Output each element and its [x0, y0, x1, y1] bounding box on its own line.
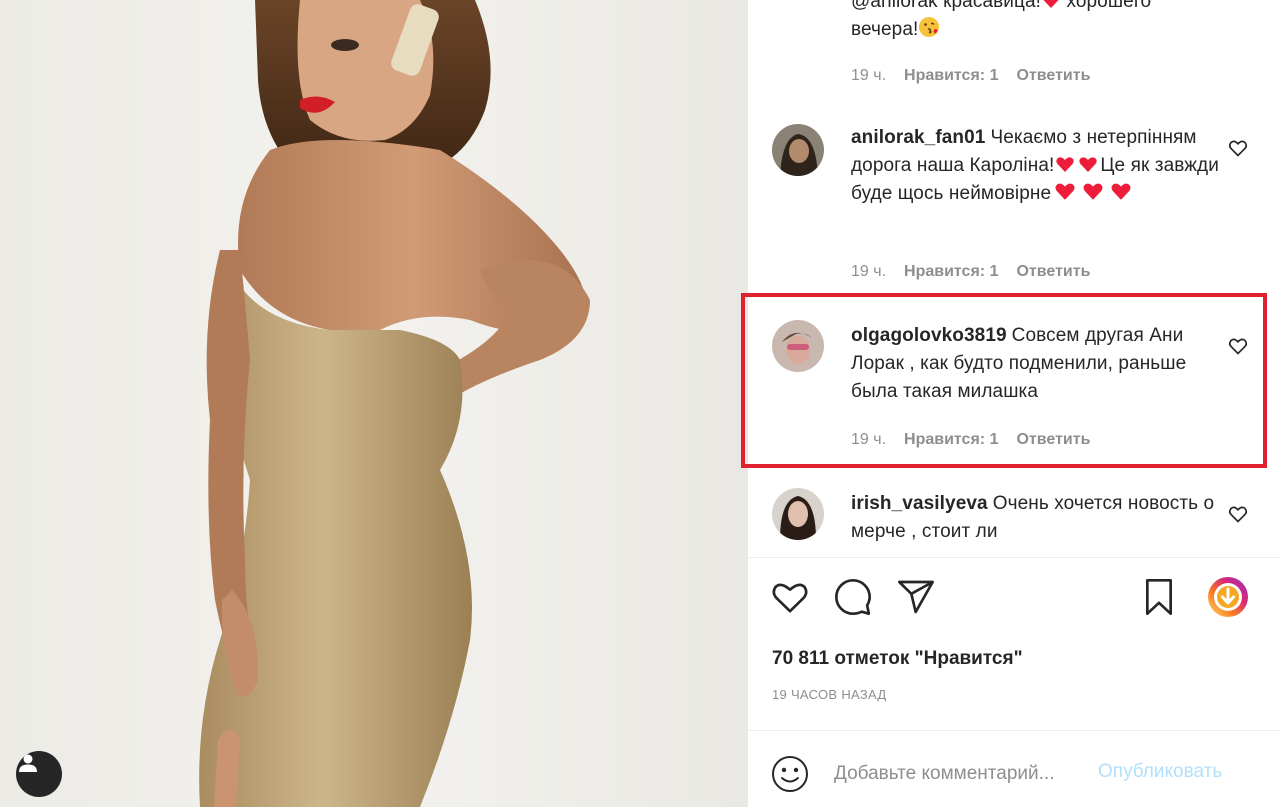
avatar[interactable] [772, 488, 824, 540]
post-time[interactable]: 19 ЧАСОВ НАЗАД [772, 687, 887, 702]
photo-illustration [199, 0, 590, 807]
comment-text: @anilorak красавица! хорошего вечера! [851, 0, 1221, 44]
comment-reply-button[interactable]: Ответить [1016, 263, 1090, 280]
comment-meta: 19 ч. Нравится: 1 Ответить [851, 431, 1108, 449]
comment-text-line2: вечера! [851, 19, 919, 40]
post-photo[interactable] [0, 0, 748, 807]
user-tag-icon [19, 754, 37, 772]
comment-button[interactable] [831, 575, 875, 619]
comment-text-line1: @anilorak красавица! [851, 0, 1042, 12]
comment-username[interactable]: olgagolovko3819 [851, 325, 1007, 346]
heart-icon [772, 583, 808, 613]
divider [748, 557, 1280, 558]
kiss-emoji-icon [919, 17, 940, 37]
comment-text: irish_vasilyeva Очень хочется новость о м… [851, 490, 1221, 546]
like-button[interactable] [768, 575, 812, 619]
comment-time: 19 ч. [851, 263, 887, 280]
download-button[interactable] [1206, 575, 1250, 619]
bookmark-icon [1146, 579, 1172, 615]
comment-likes[interactable]: Нравится: 1 [904, 263, 998, 280]
comment-likes[interactable]: Нравится: 1 [904, 67, 998, 84]
comment-reply-button[interactable]: Ответить [1016, 431, 1090, 448]
user-tag-button[interactable] [16, 751, 62, 797]
avatar[interactable] [772, 124, 824, 176]
comment-likes[interactable]: Нравится: 1 [904, 431, 998, 448]
comment-icon [835, 579, 871, 615]
comment-username[interactable]: irish_vasilyeva [851, 493, 988, 514]
comment-meta: 19 ч. Нравится: 1 Ответить [851, 67, 1108, 85]
publish-button[interactable]: Опубликовать [1098, 761, 1222, 783]
comment-text-suffix: хорошего [1061, 0, 1152, 12]
red-heart-emoji-icon [1111, 183, 1131, 200]
action-bar [748, 575, 1280, 625]
red-heart-emoji-icon [1056, 157, 1075, 172]
comment-like-heart-icon[interactable] [1228, 504, 1248, 524]
post-side-panel: @anilorak красавица! хорошего вечера! 19… [748, 0, 1280, 807]
download-icon [1208, 577, 1248, 617]
comment-like-heart-icon[interactable] [1228, 336, 1248, 356]
red-heart-emoji-icon [1079, 157, 1098, 172]
divider [748, 730, 1280, 731]
red-heart-emoji-icon [1055, 183, 1075, 200]
add-comment-bar: Опубликовать [748, 748, 1280, 798]
avatar[interactable] [772, 320, 824, 372]
comments-list[interactable]: @anilorak красавица! хорошего вечера! 19… [748, 0, 1280, 557]
avatar-image [772, 320, 824, 372]
avatar-image [772, 124, 824, 176]
avatar-image [772, 488, 824, 540]
comment-like-heart-icon[interactable] [1228, 138, 1248, 158]
comment-text: anilorak_fan01 Чекаємо з нетерпінням доро… [851, 124, 1221, 208]
comment-reply-button[interactable]: Ответить [1016, 67, 1090, 84]
comment-time: 19 ч. [851, 431, 887, 448]
comment-meta: 19 ч. Нравится: 1 Ответить [851, 263, 1108, 281]
red-heart-emoji-icon [1043, 0, 1059, 8]
share-button[interactable] [894, 575, 938, 619]
comment-input[interactable] [832, 756, 1098, 792]
comment-username[interactable]: anilorak_fan01 [851, 127, 985, 148]
comment-text: olgagolovko3819 Совсем другая Ани Лорак ,… [851, 322, 1221, 406]
share-icon [898, 580, 934, 614]
likes-count[interactable]: 70 811 отметок "Нравится" [772, 648, 1023, 670]
red-heart-emoji-icon [1083, 183, 1103, 200]
emoji-icon[interactable] [770, 754, 810, 794]
comment-time: 19 ч. [851, 67, 887, 84]
save-button[interactable] [1137, 575, 1181, 619]
